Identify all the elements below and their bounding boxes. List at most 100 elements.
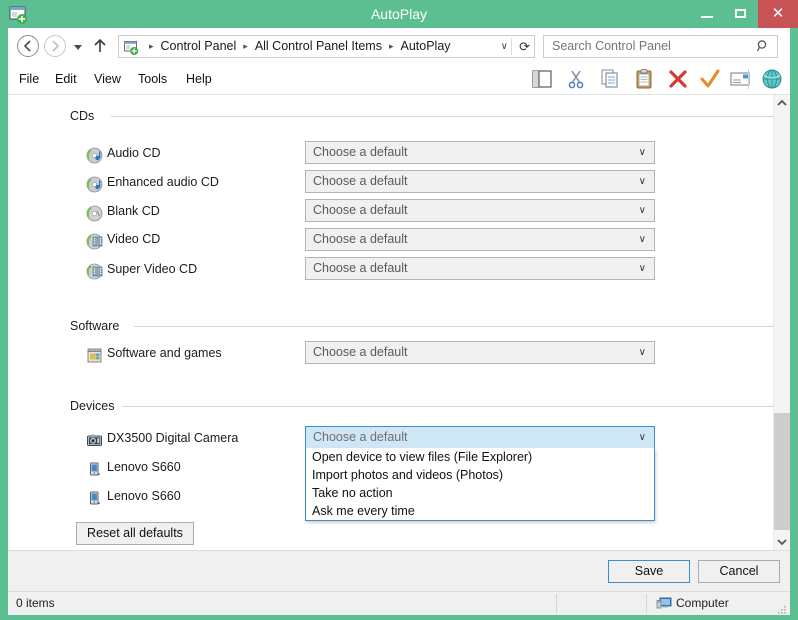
group-rule-software	[134, 326, 773, 327]
breadcrumb-separator: ▸	[388, 41, 394, 51]
row-label-video-cd: Video CD	[107, 232, 161, 246]
copy-icon[interactable]	[598, 68, 622, 90]
menu-tools[interactable]: Tools	[138, 64, 167, 94]
group-title-devices: Devices	[70, 399, 115, 413]
resize-grip[interactable]	[777, 602, 787, 614]
group-title-software: Software	[70, 319, 120, 333]
status-divider	[646, 594, 647, 613]
status-item-count: 0 items	[16, 596, 55, 610]
menu-help[interactable]: Help	[186, 64, 212, 94]
dropdown-option-open-device[interactable]: Open device to view files (File Explorer…	[306, 448, 654, 466]
row-label-dx3500-digital-camera: DX3500 Digital Camera	[107, 431, 239, 445]
navigation-bar: ▸ Control Panel ▸ All Control Panel Items ▸ A…	[8, 28, 790, 64]
status-bar: 0 items Computer	[8, 591, 790, 615]
group-rule-cds	[111, 116, 773, 117]
combo-audio-cd[interactable]: Choose a default ∨	[305, 141, 655, 164]
reset-all-defaults-button[interactable]: Reset all defaults	[76, 522, 194, 545]
chevron-down-icon: ∨	[638, 263, 646, 274]
combo-video-cd[interactable]: Choose a default ∨	[305, 228, 655, 251]
enhanced-audio-cd-icon	[86, 176, 103, 193]
recent-locations-button[interactable]	[72, 41, 84, 53]
combo-software-and-games[interactable]: Choose a default ∨	[305, 341, 655, 364]
address-dropdown-icon[interactable]: ∨	[501, 36, 508, 57]
row-label-enhanced-audio-cd: Enhanced audio CD	[107, 175, 219, 189]
refresh-icon[interactable]: ⟳	[519, 36, 530, 57]
scroll-up-arrow-icon[interactable]	[774, 95, 790, 112]
combo-value-blank-cd: Choose a default	[313, 203, 408, 217]
row-label-lenovo-s660-2: Lenovo S660	[107, 489, 181, 503]
combo-value-software-and-games: Choose a default	[313, 345, 408, 359]
blank-cd-icon	[86, 205, 103, 222]
search-icon	[756, 39, 770, 53]
menu-bar: File Edit View Tools Help	[8, 64, 790, 95]
cut-scissors-icon[interactable]	[564, 68, 588, 90]
address-bar[interactable]: ▸ Control Panel ▸ All Control Panel Items ▸ A…	[118, 35, 535, 58]
row-label-super-video-cd: Super Video CD	[107, 262, 198, 276]
row-label-lenovo-s660-1: Lenovo S660	[107, 460, 181, 474]
search-input[interactable]: Search Control Panel	[552, 36, 671, 57]
row-label-software-and-games: Software and games	[107, 346, 222, 360]
combo-dx3500-digital-camera[interactable]: Choose a default ∨	[305, 426, 655, 449]
back-button[interactable]	[17, 35, 39, 57]
up-button[interactable]	[92, 36, 108, 56]
menu-view[interactable]: View	[94, 64, 121, 94]
combo-enhanced-audio-cd[interactable]: Choose a default ∨	[305, 170, 655, 193]
combo-value-super-video-cd: Choose a default	[313, 261, 408, 275]
dropdown-option-ask-me-every-time[interactable]: Ask me every time	[306, 502, 654, 520]
maximize-button[interactable]	[724, 0, 758, 28]
group-title-cds: CDs	[70, 109, 95, 123]
address-divider	[511, 38, 512, 55]
breadcrumb-item-control-panel[interactable]: Control Panel	[160, 36, 238, 57]
combo-value-dx3500-digital-camera: Choose a default	[313, 430, 408, 444]
shell-globe-icon[interactable]	[760, 68, 784, 90]
window-title: AutoPlay	[370, 6, 428, 22]
close-button[interactable]: ✕	[758, 0, 798, 28]
scroll-down-arrow-icon[interactable]	[774, 533, 790, 550]
software-games-icon	[86, 347, 103, 364]
video-cd-icon	[86, 233, 103, 250]
combo-super-video-cd[interactable]: Choose a default ∨	[305, 257, 655, 280]
dropdown-list-dx3500-digital-camera[interactable]: Open device to view files (File Explorer…	[305, 448, 655, 521]
menu-edit[interactable]: Edit	[55, 64, 77, 94]
preview-pane-icon[interactable]	[530, 68, 554, 90]
audio-cd-icon	[86, 147, 103, 164]
chevron-down-icon: ∨	[638, 147, 646, 158]
toolbar-divider	[748, 69, 749, 89]
title-bar: AutoPlay ✕	[0, 0, 798, 28]
status-location: Computer	[676, 596, 729, 610]
chevron-down-icon: ∨	[638, 347, 646, 358]
breadcrumb-item-autoplay[interactable]: AutoPlay	[399, 36, 451, 57]
row-label-blank-cd: Blank CD	[107, 204, 160, 218]
chevron-down-icon: ∨	[638, 234, 646, 245]
save-button[interactable]: Save	[608, 560, 690, 583]
maximize-icon	[735, 9, 746, 18]
phone-icon	[86, 490, 103, 507]
breadcrumb-separator: ▸	[243, 41, 248, 51]
combo-blank-cd[interactable]: Choose a default ∨	[305, 199, 655, 222]
chevron-down-icon: ∨	[638, 176, 646, 187]
forward-button[interactable]	[44, 35, 66, 57]
breadcrumb: ▸ Control Panel ▸ All Control Panel Items ▸ A…	[143, 36, 452, 57]
dropdown-option-import-photos[interactable]: Import photos and videos (Photos)	[306, 466, 654, 484]
phone-icon	[86, 461, 103, 478]
client-area: ▸ Control Panel ▸ All Control Panel Items ▸ A…	[8, 28, 790, 615]
action-bar: Save Cancel	[8, 550, 790, 591]
paste-clipboard-icon[interactable]	[632, 68, 656, 90]
cancel-button[interactable]: Cancel	[698, 560, 780, 583]
vertical-scrollbar[interactable]	[773, 95, 790, 550]
combo-value-enhanced-audio-cd: Choose a default	[313, 174, 408, 188]
breadcrumb-separator: ▸	[149, 41, 154, 51]
dropdown-option-take-no-action[interactable]: Take no action	[306, 484, 654, 502]
computer-icon	[656, 596, 672, 611]
scrollbar-thumb[interactable]	[774, 413, 790, 530]
address-autoplay-icon	[123, 39, 139, 55]
minimize-button[interactable]	[690, 0, 724, 28]
super-video-cd-icon	[86, 263, 103, 280]
chevron-down-icon: ∨	[638, 432, 646, 443]
breadcrumb-item-all-control-panel-items[interactable]: All Control Panel Items	[254, 36, 383, 57]
checkmark-icon[interactable]	[698, 68, 722, 90]
group-rule-devices	[122, 406, 773, 407]
search-box[interactable]: Search Control Panel	[543, 35, 778, 58]
menu-file[interactable]: File	[19, 64, 39, 94]
delete-x-icon[interactable]	[666, 68, 690, 90]
